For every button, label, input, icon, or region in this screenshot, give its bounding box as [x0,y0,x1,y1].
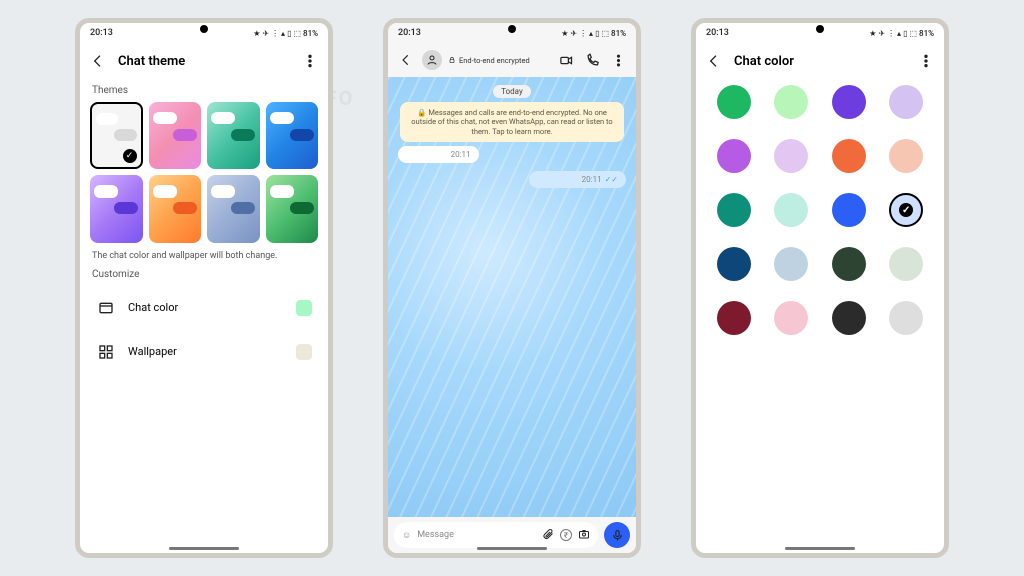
chat-color-label: Chat color [128,301,284,314]
color-grid [706,79,934,335]
wallpaper-label: Wallpaper [128,345,284,358]
back-icon[interactable] [88,51,108,71]
color-dot-16[interactable] [717,301,751,335]
color-dot-3[interactable] [889,85,923,119]
status-time: 20:13 [706,28,729,38]
color-dot-6[interactable] [832,139,866,173]
back-icon[interactable] [396,50,416,70]
home-indicator [477,547,547,550]
color-dot-5[interactable] [774,139,808,173]
color-dot-12[interactable] [717,247,751,281]
chat-header: End-to-end encrypted [388,43,636,77]
theme-tile-7[interactable] [266,175,319,242]
voice-call-icon[interactable] [582,50,602,70]
status-bar: 20:13 ★ ✈ ⋮ ▴ ▯ ⬚ 81% [696,23,944,43]
phone-chat-color: 20:13 ★ ✈ ⋮ ▴ ▯ ⬚ 81% Chat color [691,18,949,558]
color-dot-14[interactable] [832,247,866,281]
status-icons: ★ ✈ ⋮ ▴ ▯ ⬚ 81% [561,29,626,38]
status-time: 20:13 [398,28,421,38]
theme-grid: ✓ [90,102,318,243]
front-camera [816,25,824,33]
color-dot-2[interactable] [832,85,866,119]
chat-color-content [696,79,944,553]
status-icons: ★ ✈ ⋮ ▴ ▯ ⬚ 81% [869,29,934,38]
chat-wallpaper: Today 🔒 Messages and calls are end-to-en… [388,77,636,517]
encryption-label[interactable]: End-to-end encrypted [448,56,550,65]
theme-tile-5[interactable] [149,175,202,242]
color-dot-7[interactable] [889,139,923,173]
phone-chat-theme: 20:13 ★ ✈ ⋮ ▴ ▯ ⬚ 81% Chat theme Themes … [75,18,333,558]
home-indicator [169,547,239,550]
color-dot-0[interactable] [717,85,751,119]
color-dot-8[interactable] [717,193,751,227]
wallpaper-icon [96,342,116,362]
wallpaper-swatch [296,344,312,360]
chat-color-swatch [296,300,312,316]
payment-icon[interactable]: ₹ [560,529,572,541]
status-time: 20:13 [90,28,113,38]
customize-label: Customize [92,269,318,280]
color-dot-10[interactable] [832,193,866,227]
theme-hint: The chat color and wallpaper will both c… [92,251,316,261]
color-dot-13[interactable] [774,247,808,281]
chat-color-icon [96,298,116,318]
color-dot-1[interactable] [774,85,808,119]
theme-tile-0[interactable]: ✓ [90,102,143,169]
page-title: Chat color [734,54,906,69]
camera-icon[interactable] [578,528,590,543]
front-camera [200,25,208,33]
theme-tile-4[interactable] [90,175,143,242]
front-camera [508,25,516,33]
more-icon[interactable] [608,50,628,70]
themes-label: Themes [92,85,318,96]
app-bar: Chat theme [80,43,328,79]
chat-theme-content: Themes ✓ The chat color and wallpaper wi… [80,79,328,553]
status-bar: 20:13 ★ ✈ ⋮ ▴ ▯ ⬚ 81% [388,23,636,43]
color-dot-18[interactable] [832,301,866,335]
mic-button[interactable] [604,522,630,548]
back-icon[interactable] [704,51,724,71]
status-icons: ★ ✈ ⋮ ▴ ▯ ⬚ 81% [253,29,318,38]
color-dot-19[interactable] [889,301,923,335]
read-ticks-icon: ✓✓ [605,175,618,184]
color-dot-11[interactable] [889,193,923,227]
date-chip: Today [493,85,531,98]
more-icon[interactable] [916,51,936,71]
message-outgoing[interactable]: placeholder 20:11 ✓✓ [529,171,626,188]
emoji-icon[interactable]: ☺ [402,530,411,541]
message-input[interactable]: ☺ Message ₹ [394,522,598,548]
page-title: Chat theme [118,54,290,69]
chat-color-row[interactable]: Chat color [90,286,318,330]
phone-chat-preview: 20:13 ★ ✈ ⋮ ▴ ▯ ⬚ 81% End-to-end encrypt… [383,18,641,558]
color-dot-4[interactable] [717,139,751,173]
more-icon[interactable] [300,51,320,71]
encryption-banner[interactable]: 🔒 Messages and calls are end-to-end encr… [400,102,624,142]
app-bar: Chat color [696,43,944,79]
wallpaper-row[interactable]: Wallpaper [90,330,318,374]
theme-tile-3[interactable] [266,102,319,169]
attach-icon[interactable] [542,528,554,543]
avatar[interactable] [422,50,442,70]
message-incoming[interactable]: placeholder 20:11 [398,146,479,163]
home-indicator [785,547,855,550]
color-dot-17[interactable] [774,301,808,335]
color-dot-9[interactable] [774,193,808,227]
theme-tile-6[interactable] [207,175,260,242]
theme-tile-1[interactable] [149,102,202,169]
theme-tile-2[interactable] [207,102,260,169]
video-call-icon[interactable] [556,50,576,70]
color-dot-15[interactable] [889,247,923,281]
status-bar: 20:13 ★ ✈ ⋮ ▴ ▯ ⬚ 81% [80,23,328,43]
